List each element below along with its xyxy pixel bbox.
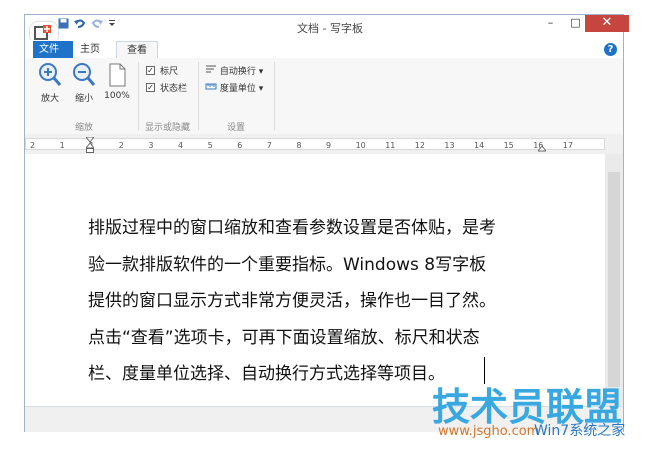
zoom-in-label: 放大 (40, 94, 59, 104)
help-button[interactable]: ? (604, 43, 617, 56)
ruler-tick-label: 9 (326, 141, 332, 150)
document-text[interactable]: 排版过程中的窗口缩放和查看参数设置是否体贴，是考 验一款排版软件的一个重要指标。… (88, 210, 568, 393)
document-line: 排版过程中的窗口缩放和查看参数设置是否体贴，是考 (88, 218, 496, 238)
undo-icon[interactable] (74, 18, 86, 32)
measurement-units-button[interactable]: 度量单位 ▾ (205, 81, 263, 94)
zoom-100-button[interactable]: 100% (102, 62, 132, 101)
ruler-tick-label: 13 (444, 141, 455, 150)
ruler-tick-label: 15 (503, 141, 514, 150)
zoom-group-label: 缩放 (75, 123, 94, 133)
chevron-down-icon: ▾ (258, 67, 264, 77)
redo-icon[interactable] (91, 18, 103, 32)
ruler-checkbox[interactable]: ✓ (146, 66, 155, 75)
zoom-in-button[interactable]: 放大 (37, 62, 63, 104)
zoom-out-button[interactable]: 缩小 (71, 62, 97, 104)
watermark-sub: Win7系统之家 (534, 423, 626, 439)
word-wrap-label: 自动换行 (219, 67, 256, 77)
ruler-tick-label: 14 (474, 141, 485, 150)
ruler-tick-label: 7 (266, 141, 272, 150)
document-line: 验一款排版软件的一个重要指标。Windows 8写字板 (88, 254, 487, 275)
group-divider (198, 62, 199, 130)
ruler-tick-label: 5 (207, 141, 213, 150)
watermark-url: www.jsgho.com (438, 424, 540, 439)
settings-group-label: 设置 (227, 123, 246, 133)
document-line: 点击“查看”选项卡，可再下面设置缩放、标尺和状态 (88, 327, 480, 348)
ruler-track[interactable] (25, 138, 605, 150)
ruler-tick-label: 4 (178, 141, 184, 150)
zoom-100-label: 100% (104, 91, 130, 101)
group-divider (138, 62, 139, 130)
ruler-tick-label: 11 (385, 141, 396, 150)
ribbon-tab-row (25, 40, 623, 59)
save-icon[interactable] (58, 18, 69, 32)
ruler-units-icon (205, 83, 217, 94)
zoom-out-icon (72, 63, 96, 91)
word-wrap-icon (205, 65, 217, 77)
page-icon (107, 63, 127, 91)
statusbar-checkbox-label: 状态栏 (160, 84, 188, 94)
statusbar-checkbox[interactable]: ✓ (146, 83, 155, 92)
ruler-tick-label: 12 (414, 141, 425, 150)
ruler-tick-label: 6 (237, 141, 243, 150)
customize-icon[interactable] (108, 18, 116, 31)
window-title: 文档 - 写字板 (297, 22, 363, 35)
ruler-tick-label: 3 (148, 141, 154, 150)
word-wrap-button[interactable]: 自动换行 ▾ (205, 64, 263, 77)
ruler-tick-label: 2 (118, 141, 124, 150)
ruler-tick-label: 1 (59, 141, 65, 150)
tab-file[interactable]: 文件 (33, 41, 73, 58)
ruler-tick-label: 8 (296, 141, 302, 150)
chevron-down-icon: ▾ (258, 84, 264, 94)
show-hide-group-label: 显示或隐藏 (145, 123, 191, 133)
ruler-tick-label: 17 (562, 141, 573, 150)
tab-home[interactable]: 主页 (70, 41, 110, 58)
ruler-tick-label: 2 (30, 141, 36, 150)
ruler-tick-label: 10 (355, 141, 366, 150)
close-button[interactable]: ✕ (585, 15, 629, 32)
minimize-button[interactable]: – (537, 15, 564, 32)
measurement-units-label: 度量单位 (219, 84, 256, 94)
zoom-out-label: 缩小 (74, 94, 93, 104)
ruler-checkbox-label: 标尺 (160, 67, 179, 77)
document-line: 提供的窗口显示方式非常方便灵活，操作也一目了然。 (88, 291, 496, 311)
group-divider (274, 62, 275, 130)
scrollbar-thumb[interactable] (608, 172, 620, 387)
zoom-in-icon (38, 63, 62, 91)
